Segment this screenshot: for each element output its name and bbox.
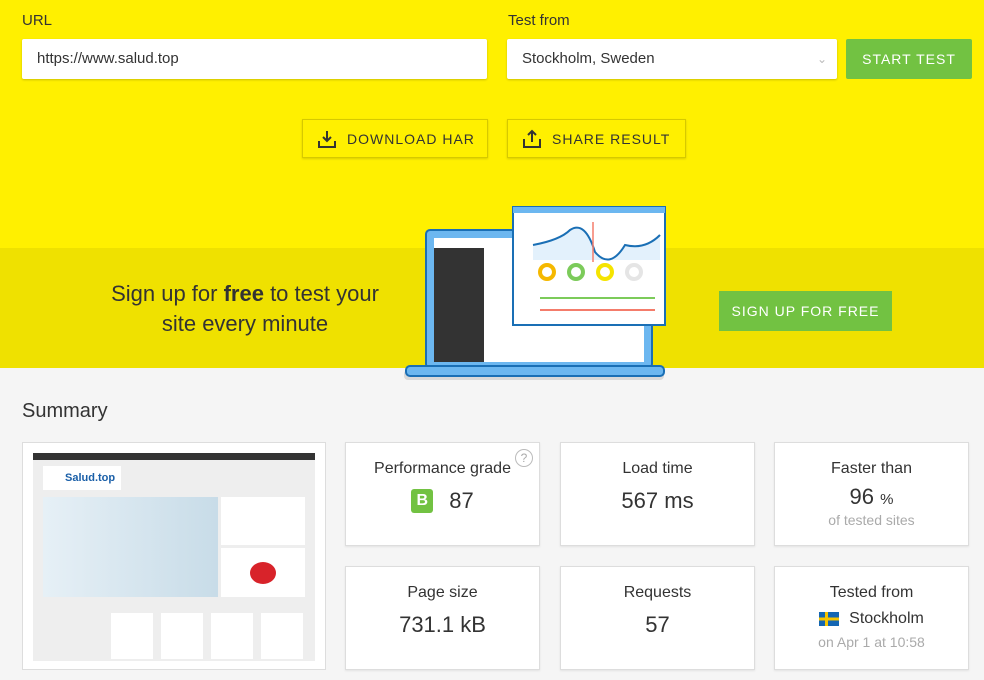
location-value: Stockholm, Sweden: [522, 50, 655, 67]
download-har-button[interactable]: DOWNLOAD HAR: [302, 119, 488, 158]
share-result-label: SHARE RESULT: [552, 130, 671, 147]
performance-grade-label: Performance grade: [374, 460, 511, 477]
thumbnail-page: Salud.top: [33, 453, 315, 661]
grade-badge: B: [411, 489, 434, 513]
requests-card: Requests 57: [560, 566, 755, 670]
share-result-button[interactable]: SHARE RESULT: [507, 119, 686, 158]
tested-from-city: Stockholm: [849, 610, 924, 627]
help-icon[interactable]: ?: [515, 449, 533, 467]
load-time-card: Load time 567 ms: [560, 442, 755, 546]
download-har-label: DOWNLOAD HAR: [347, 130, 475, 147]
test-from-label: Test from: [508, 12, 570, 29]
performance-grade-card: Performance grade ? B 87: [345, 442, 540, 546]
summary-heading: Summary: [22, 400, 108, 422]
url-label: URL: [22, 12, 53, 29]
requests-value: 57: [645, 612, 670, 637]
tested-from-card: Tested from Stockholm on Apr 1 at 10:58: [774, 566, 969, 670]
page-size-card: Page size 731.1 kB: [345, 566, 540, 670]
thumbnail-logo: Salud.top: [43, 466, 121, 490]
laptop-illustration: [404, 206, 666, 380]
page-size-label: Page size: [407, 584, 478, 601]
percent-unit: %: [880, 491, 894, 508]
chevron-down-icon: ⌄: [816, 52, 827, 66]
share-icon: [523, 129, 541, 148]
grade-value: 87: [449, 488, 474, 513]
requests-label: Requests: [623, 584, 692, 601]
faster-than-label: Faster than: [831, 460, 912, 477]
tested-time: on Apr 1 at 10:58: [818, 634, 925, 650]
tested-from-label: Tested from: [829, 584, 914, 601]
start-test-button[interactable]: START TEST: [846, 39, 972, 79]
load-time-label: Load time: [622, 460, 693, 477]
sweden-flag-icon: [819, 612, 840, 626]
page-screenshot-thumbnail[interactable]: Salud.top: [22, 442, 326, 670]
signup-button[interactable]: SIGN UP FOR FREE: [719, 291, 892, 331]
url-input[interactable]: https://www.salud.top: [22, 39, 487, 79]
signup-text: Sign up for free to test your site every…: [111, 281, 379, 336]
load-time-value: 567 ms: [621, 488, 694, 513]
faster-than-value: 96: [849, 484, 874, 509]
faster-than-sub: of tested sites: [828, 512, 915, 528]
faster-than-card: Faster than 96 % of tested sites: [774, 442, 969, 546]
download-icon: [318, 130, 336, 148]
location-select[interactable]: Stockholm, Sweden ⌄: [507, 39, 837, 79]
page-size-value: 731.1 kB: [399, 612, 486, 637]
